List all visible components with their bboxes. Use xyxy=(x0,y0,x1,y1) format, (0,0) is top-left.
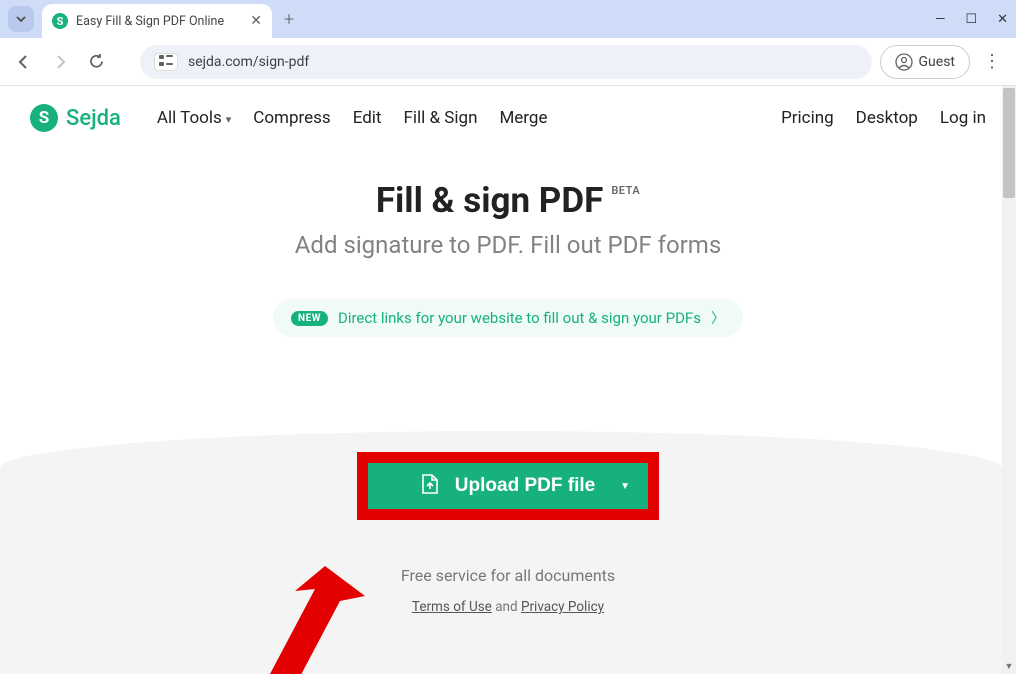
nav-login[interactable]: Log in xyxy=(940,108,986,128)
nav-desktop[interactable]: Desktop xyxy=(856,108,918,128)
forward-button[interactable] xyxy=(46,48,74,76)
scrollbar-thumb[interactable] xyxy=(1003,88,1015,198)
user-icon xyxy=(895,53,913,71)
terms-link[interactable]: Terms of Use xyxy=(412,599,492,615)
hero-section: Fill & sign PDF BETA Add signature to PD… xyxy=(0,150,1016,337)
url-text: sejda.com/sign-pdf xyxy=(188,54,309,70)
browser-tab[interactable]: S Easy Fill & Sign PDF Online ✕ xyxy=(42,4,272,38)
promo-text: Direct links for your website to fill ou… xyxy=(338,309,701,327)
browser-menu-button[interactable]: ⋮ xyxy=(978,51,1006,72)
tab-title: Easy Fill & Sign PDF Online xyxy=(76,14,242,29)
chevron-right-icon: 〉 xyxy=(711,308,725,328)
minimize-icon[interactable]: — xyxy=(935,12,945,27)
nav-merge[interactable]: Merge xyxy=(499,108,547,128)
logo-text: Sejda xyxy=(66,106,121,131)
annotation-highlight-box: Upload PDF file ▼ xyxy=(357,452,659,520)
tab-search-dropdown[interactable] xyxy=(8,6,34,32)
maximize-icon[interactable]: ☐ xyxy=(965,12,977,27)
browser-address-bar: sejda.com/sign-pdf Guest ⋮ xyxy=(0,38,1016,86)
arrow-right-icon xyxy=(51,53,69,71)
arrow-left-icon xyxy=(15,53,33,71)
logo-mark-icon: S xyxy=(30,104,58,132)
page-subtitle: Add signature to PDF. Fill out PDF forms xyxy=(0,231,1016,259)
footer-links: Terms of Use and Privacy Policy xyxy=(0,599,1016,615)
nav-all-tools[interactable]: All Tools▾ xyxy=(157,108,231,128)
tab-favicon-icon: S xyxy=(52,13,68,29)
reload-icon xyxy=(88,53,105,70)
file-icon xyxy=(421,474,439,499)
scrollbar-down-icon[interactable]: ▼ xyxy=(1003,660,1015,672)
upload-pdf-button[interactable]: Upload PDF file ▼ xyxy=(368,463,648,509)
free-service-text: Free service for all documents xyxy=(0,566,1016,585)
site-settings-icon[interactable] xyxy=(154,53,178,71)
chevron-down-icon xyxy=(15,13,27,25)
new-badge: NEW xyxy=(291,311,328,326)
window-controls: — ☐ ✕ xyxy=(935,0,1008,38)
page-title: Fill & sign PDF xyxy=(376,180,603,221)
nav-edit[interactable]: Edit xyxy=(353,108,382,128)
back-button[interactable] xyxy=(10,48,38,76)
browser-tab-strip: S Easy Fill & Sign PDF Online ✕ + — ☐ ✕ xyxy=(0,0,1016,38)
profile-chip[interactable]: Guest xyxy=(880,45,970,79)
nav-fill-sign[interactable]: Fill & Sign xyxy=(403,108,477,128)
dropdown-caret-icon[interactable]: ▼ xyxy=(620,481,630,492)
logo[interactable]: S Sejda xyxy=(30,104,121,132)
upload-button-label: Upload PDF file xyxy=(455,475,595,497)
reload-button[interactable] xyxy=(82,48,110,76)
url-input[interactable]: sejda.com/sign-pdf xyxy=(140,45,872,79)
page-viewport: ▼ S Sejda All Tools▾ Compress Edit Fill … xyxy=(0,86,1016,674)
profile-label: Guest xyxy=(919,54,955,70)
beta-badge: BETA xyxy=(611,180,640,197)
nav-pricing[interactable]: Pricing xyxy=(781,108,834,128)
promo-banner[interactable]: NEW Direct links for your website to fil… xyxy=(273,299,743,337)
site-header: S Sejda All Tools▾ Compress Edit Fill & … xyxy=(0,86,1016,150)
new-tab-button[interactable]: + xyxy=(284,9,294,30)
upload-zone: Upload PDF file ▼ Free service for all d… xyxy=(0,452,1016,615)
chevron-down-icon: ▾ xyxy=(226,113,232,126)
close-window-icon[interactable]: ✕ xyxy=(997,12,1008,27)
privacy-link[interactable]: Privacy Policy xyxy=(521,599,604,615)
tab-close-icon[interactable]: ✕ xyxy=(250,13,262,29)
nav-compress[interactable]: Compress xyxy=(253,108,330,128)
